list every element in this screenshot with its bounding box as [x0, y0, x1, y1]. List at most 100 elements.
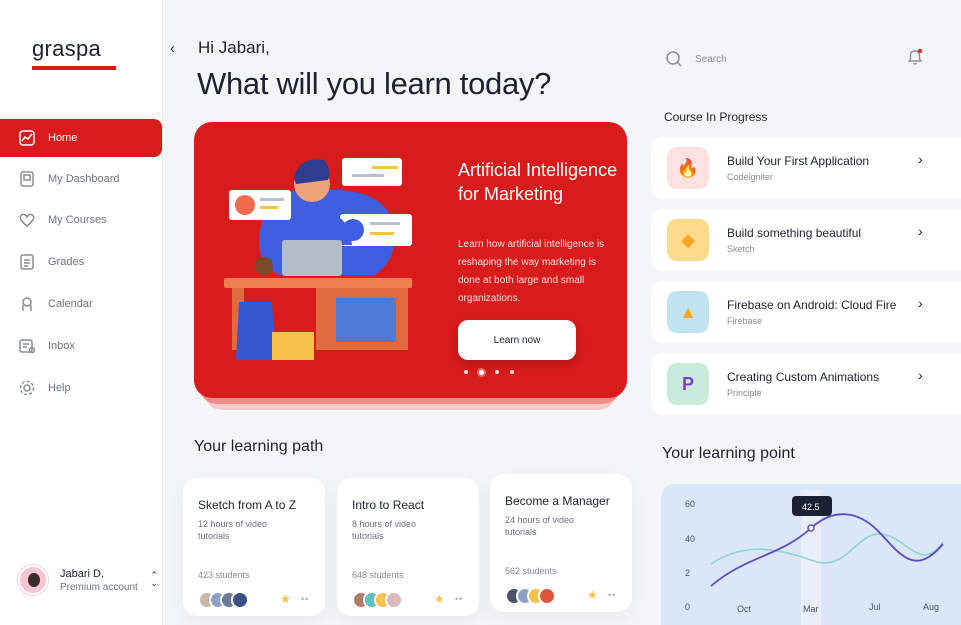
- chevron-updown-icon[interactable]: ⌃ ⌄: [150, 571, 158, 588]
- course-title: Creating Custom Animations: [727, 370, 880, 384]
- path-card-title: Intro to React: [352, 498, 425, 512]
- tooltip-value: 42.5: [802, 502, 820, 512]
- sidebar: graspa Home My Dashboard My Courses Grad…: [0, 0, 163, 625]
- x-tick-label: Mar: [803, 604, 819, 614]
- y-tick-label: 60: [685, 499, 695, 509]
- course-subtitle: Codeigniter: [727, 172, 774, 182]
- profile-subtitle: Premium account: [60, 581, 138, 593]
- greeting: Hi Jabari,: [198, 38, 270, 57]
- path-card[interactable]: Sketch from A to Z 12 hours of video tut…: [183, 478, 325, 616]
- more-icon[interactable]: ••: [301, 594, 309, 604]
- star-icon[interactable]: ★: [280, 592, 291, 606]
- path-card-duration: 12 hours of video tutorials: [198, 519, 268, 541]
- x-tick-label: Jul: [869, 602, 881, 612]
- sidebar-item-grades[interactable]: Grades: [0, 243, 162, 281]
- learn-now-button[interactable]: Learn now: [458, 320, 576, 360]
- search-input[interactable]: Search: [695, 54, 727, 65]
- sidebar-item-label: Calendar: [48, 298, 93, 310]
- principle-icon: P: [667, 363, 709, 405]
- course-title: Firebase on Android: Cloud Fire: [727, 298, 897, 312]
- learning-point-title: Your learning point: [662, 445, 795, 462]
- course-item[interactable]: 🔥 Build Your First Application Codeignit…: [651, 137, 961, 199]
- y-tick-label: 40: [685, 534, 695, 544]
- sidebar-item-label: Grades: [48, 256, 85, 268]
- dashboard-icon: [20, 171, 34, 187]
- more-icon[interactable]: ••: [455, 594, 463, 604]
- sidebar-item-dashboard[interactable]: My Dashboard: [0, 160, 162, 198]
- sidebar-item-label: Help: [48, 382, 71, 394]
- profile-name: Jabari D.: [60, 567, 105, 580]
- path-card[interactable]: Become a Manager 24 hours of video tutor…: [490, 474, 632, 612]
- path-card[interactable]: Intro to React 8 hours of video tutorial…: [337, 478, 479, 616]
- hero-description: Learn how artificial intelligence is res…: [458, 239, 605, 304]
- x-tick-label: Oct: [737, 604, 752, 614]
- sidebar-item-label: My Courses: [48, 214, 107, 226]
- sidebar-item-home[interactable]: Home: [0, 119, 162, 157]
- grades-icon: [20, 254, 34, 270]
- logo-underline: [32, 66, 116, 70]
- illustration-icon: [224, 158, 412, 360]
- chevron-right-icon[interactable]: ›: [918, 367, 923, 383]
- path-card-title: Become a Manager: [505, 494, 610, 508]
- student-avatars: [352, 591, 403, 609]
- back-arrow-icon[interactable]: ‹: [170, 40, 175, 57]
- sidebar-item-calendar[interactable]: Calendar: [0, 285, 162, 323]
- avatar: [231, 591, 249, 609]
- carousel-dots: [464, 370, 514, 375]
- y-tick-label: 0: [685, 602, 690, 612]
- student-avatars: [505, 587, 556, 605]
- sidebar-item-label: Home: [48, 132, 78, 144]
- page-title: What will you learn today?: [197, 66, 552, 101]
- inbox-icon: [19, 339, 36, 354]
- sketch-icon: ◆: [667, 219, 709, 261]
- path-card-duration: 8 hours of video tutorials: [352, 519, 417, 541]
- learning-point-chart: 60 40 2 0 Oct Mar Jul Aug 42.5: [661, 484, 961, 625]
- sidebar-item-help[interactable]: Help: [0, 369, 162, 407]
- path-card-students: 648 students: [352, 570, 404, 580]
- path-card-duration: 24 hours of video tutorials: [505, 515, 575, 537]
- avatar: [18, 565, 48, 595]
- y-tick-label: 2: [685, 568, 690, 578]
- chevron-right-icon[interactable]: ›: [918, 295, 923, 311]
- path-card-students: 562 students: [505, 566, 557, 576]
- chevron-right-icon[interactable]: ›: [918, 223, 923, 239]
- app-logo[interactable]: graspa: [32, 36, 101, 62]
- search-icon[interactable]: [665, 50, 683, 68]
- avatar: [538, 587, 556, 605]
- sidebar-item-label: My Dashboard: [48, 173, 120, 185]
- course-subtitle: Principle: [727, 388, 762, 398]
- bell-icon[interactable]: [905, 47, 925, 67]
- firebase-icon: ▲: [667, 291, 709, 333]
- sidebar-item-label: Inbox: [48, 340, 75, 352]
- carousel-dot[interactable]: [510, 370, 514, 374]
- carousel-dot[interactable]: [464, 370, 468, 374]
- course-title: Build something beautiful: [727, 226, 862, 240]
- path-card-title: Sketch from A to Z: [198, 498, 297, 512]
- course-subtitle: Firebase: [727, 316, 763, 326]
- course-subtitle: Sketch: [727, 244, 755, 254]
- chevron-right-icon[interactable]: ›: [918, 151, 923, 167]
- avatar: [385, 591, 403, 609]
- more-icon[interactable]: ••: [608, 590, 616, 600]
- hero-banner[interactable]: Artificial Intelligence for Marketing Le…: [194, 122, 627, 398]
- hero-title: Artificial Intelligence for Marketing: [458, 160, 618, 204]
- tooltip-point[interactable]: [807, 524, 815, 532]
- line-chart: 60 40 2 0 Oct Mar Jul Aug 42.5: [685, 490, 944, 625]
- sidebar-item-courses[interactable]: My Courses: [0, 201, 162, 239]
- course-in-progress-title: Course In Progress: [664, 110, 768, 124]
- heart-icon: [19, 213, 35, 227]
- x-tick-label: Aug: [923, 602, 939, 612]
- gear-icon: [19, 380, 35, 396]
- codeigniter-icon: 🔥: [667, 147, 709, 189]
- course-item[interactable]: ▲ Firebase on Android: Cloud Fire Fireba…: [651, 281, 961, 343]
- sidebar-item-inbox[interactable]: Inbox: [0, 327, 162, 365]
- star-icon[interactable]: ★: [434, 592, 445, 606]
- star-icon[interactable]: ★: [587, 588, 598, 602]
- path-card-students: 423 students: [198, 570, 250, 580]
- carousel-dot-active[interactable]: [479, 370, 484, 375]
- user-profile[interactable]: Jabari D. Premium account ⌃ ⌄: [18, 563, 160, 597]
- carousel-dot[interactable]: [495, 370, 499, 374]
- course-item[interactable]: ◆ Build something beautiful Sketch ›: [651, 209, 961, 271]
- calendar-icon: [22, 297, 32, 311]
- course-item[interactable]: P Creating Custom Animations Principle ›: [651, 353, 961, 415]
